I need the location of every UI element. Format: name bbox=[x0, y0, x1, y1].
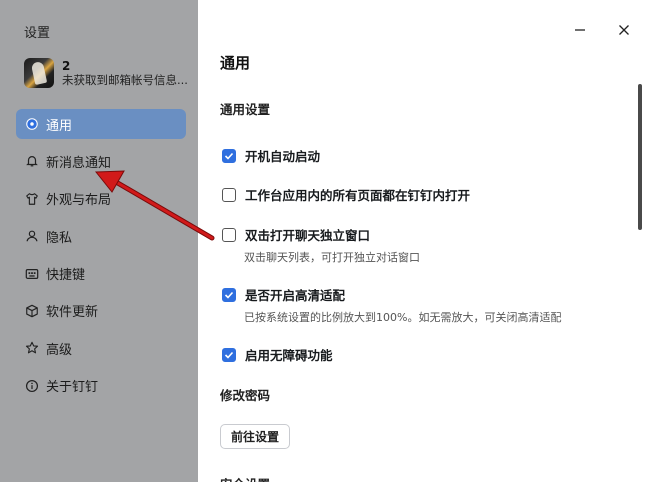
avatar[interactable] bbox=[24, 58, 54, 88]
option-description: 已按系统设置的比例放大到100%。如无需放大，可关闭高清适配 bbox=[244, 311, 562, 324]
user-icon bbox=[24, 228, 40, 244]
option-accessibility[interactable]: 启用无障碍功能 bbox=[222, 345, 333, 364]
checkbox[interactable] bbox=[222, 148, 236, 163]
close-icon bbox=[619, 25, 629, 35]
profile-name: 2 bbox=[62, 58, 71, 73]
minimize-button[interactable] bbox=[570, 20, 590, 40]
sidebar-item-label: 外观与布局 bbox=[46, 193, 112, 209]
sidebar-item-label: 高级 bbox=[46, 342, 73, 358]
sidebar-item-appearance[interactable]: 外观与布局 bbox=[16, 184, 186, 214]
close-button[interactable] bbox=[614, 20, 634, 40]
sidebar-item-shortcuts[interactable]: 快捷键 bbox=[16, 259, 186, 289]
checkbox[interactable] bbox=[222, 347, 236, 362]
sidebar-item-label: 新消息通知 bbox=[46, 155, 112, 171]
sidebar-title: 设置 bbox=[24, 26, 51, 41]
option-auto-start[interactable]: 开机自动启动 bbox=[222, 146, 320, 165]
section-title-general: 通用设置 bbox=[220, 102, 271, 117]
sidebar-item-general[interactable]: 通用 bbox=[16, 109, 186, 139]
option-description: 双击聊天列表，可打开独立对话窗口 bbox=[244, 251, 420, 264]
settings-window: 设置 2 未获取到邮箱帐号信息... 通用 新消息通知 外观与布局 隐私 快捷键… bbox=[0, 0, 650, 482]
content-panel: 通用 通用设置 开机自动启动 工作台应用内的所有页面都在钉钉内打开 双击打开聊天… bbox=[198, 0, 650, 482]
sidebar: 设置 2 未获取到邮箱帐号信息... 通用 新消息通知 外观与布局 隐私 快捷键… bbox=[0, 0, 198, 482]
option-label: 开机自动启动 bbox=[245, 149, 321, 164]
minimize-icon bbox=[575, 29, 585, 31]
star-icon bbox=[24, 340, 40, 356]
option-hd-adapt[interactable]: 是否开启高清适配 bbox=[222, 285, 345, 304]
info-icon bbox=[24, 378, 40, 394]
bell-icon bbox=[24, 153, 40, 169]
profile-status: 未获取到邮箱帐号信息... bbox=[62, 72, 188, 87]
checkbox[interactable] bbox=[222, 227, 236, 242]
sidebar-item-privacy[interactable]: 隐私 bbox=[16, 221, 186, 251]
option-label: 双击打开聊天独立窗口 bbox=[245, 228, 371, 243]
option-label: 工作台应用内的所有页面都在钉钉内打开 bbox=[245, 188, 471, 203]
sidebar-item-about[interactable]: 关于钉钉 bbox=[16, 371, 186, 401]
sidebar-item-notifications[interactable]: 新消息通知 bbox=[16, 146, 186, 176]
sidebar-item-label: 关于钉钉 bbox=[46, 380, 99, 396]
sidebar-item-label: 快捷键 bbox=[46, 268, 86, 284]
checkbox[interactable] bbox=[222, 187, 236, 202]
sidebar-item-label: 通用 bbox=[46, 118, 73, 134]
cube-icon bbox=[24, 303, 40, 319]
sidebar-nav: 通用 新消息通知 外观与布局 隐私 快捷键 软件更新 高级 关于钉钉 bbox=[16, 109, 186, 408]
option-double-click-chat[interactable]: 双击打开聊天独立窗口 bbox=[222, 225, 370, 244]
page-title: 通用 bbox=[220, 54, 251, 72]
sidebar-item-updates[interactable]: 软件更新 bbox=[16, 296, 186, 326]
sidebar-item-advanced[interactable]: 高级 bbox=[16, 333, 186, 363]
sidebar-item-label: 软件更新 bbox=[46, 305, 99, 321]
keyboard-icon bbox=[24, 266, 40, 282]
gear-icon bbox=[24, 116, 40, 132]
scrollbar-thumb[interactable] bbox=[638, 84, 642, 230]
option-open-in-app[interactable]: 工作台应用内的所有页面都在钉钉内打开 bbox=[222, 185, 470, 204]
option-label: 是否开启高清适配 bbox=[245, 288, 346, 303]
profile[interactable]: 2 未获取到邮箱帐号信息... bbox=[24, 58, 188, 88]
sidebar-item-label: 隐私 bbox=[46, 230, 73, 246]
checkbox[interactable] bbox=[222, 287, 236, 302]
option-label: 启用无障碍功能 bbox=[245, 348, 333, 363]
section-title-security: 安全设置 bbox=[220, 474, 270, 482]
section-title-password: 修改密码 bbox=[220, 388, 271, 403]
goto-settings-button[interactable]: 前往设置 bbox=[220, 424, 291, 449]
shirt-icon bbox=[24, 191, 40, 207]
